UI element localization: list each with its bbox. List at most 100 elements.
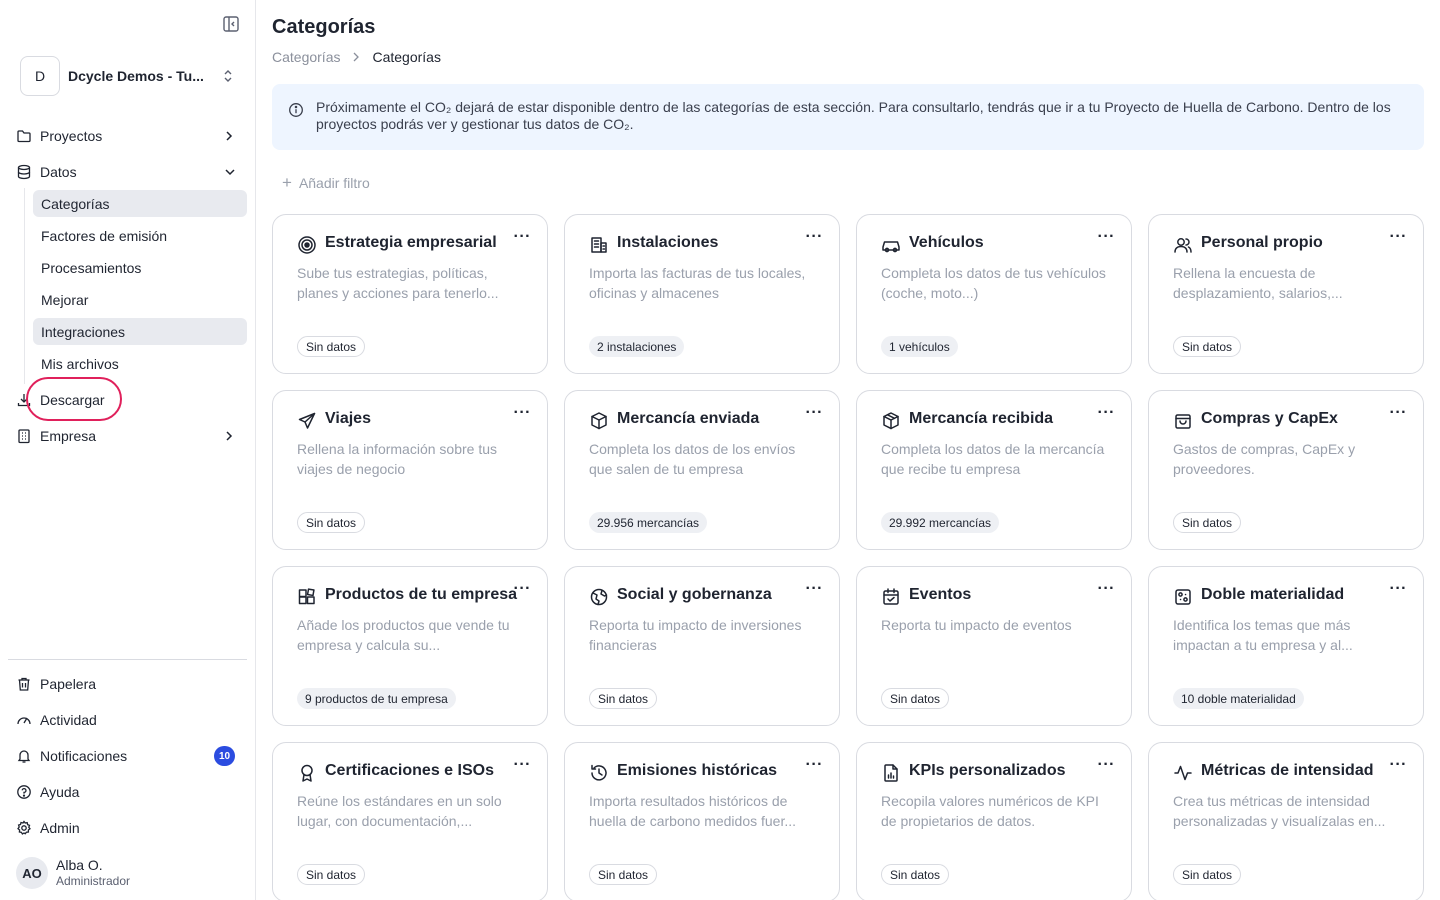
status-badge: Sin datos: [1173, 864, 1242, 885]
more-options-icon[interactable]: ···: [1098, 757, 1115, 773]
status-badge: Sin datos: [881, 864, 950, 885]
more-options-icon[interactable]: ···: [1390, 229, 1407, 245]
subnav-mejorar[interactable]: Mejorar: [33, 286, 247, 313]
user-role: Administrador: [56, 874, 131, 888]
breadcrumb: Categorías Categorías: [272, 49, 441, 65]
card-title: Compras y CapEx: [1201, 410, 1338, 427]
card-description: Reporta tu impacto de inversiones financ…: [589, 617, 802, 653]
category-card[interactable]: Eventos ··· Reporta tu impacto de eventos S…: [856, 566, 1132, 726]
plane-icon: [297, 411, 317, 431]
category-card[interactable]: Instalaciones ··· Importa las facturas de …: [564, 214, 840, 374]
card-description: Completa los datos de la mercancía que r…: [881, 441, 1105, 477]
card-title: KPIs personalizados: [909, 762, 1066, 779]
category-card[interactable]: Mercancía recibida ··· Completa los datos …: [856, 390, 1132, 550]
breadcrumb-current: Categorías: [372, 49, 441, 65]
category-card[interactable]: Productos de tu empresa ··· Añade los prod…: [272, 566, 548, 726]
sidebar: D Dcycle Demos - Tu... Proyectos Datos C…: [0, 0, 256, 900]
chevron-up-down-icon: [222, 68, 234, 84]
chevron-right-icon: [224, 130, 234, 142]
category-card[interactable]: Certificaciones e ISOs ··· Reúne los están…: [272, 742, 548, 900]
category-card[interactable]: Emisiones históricas ··· Importa resultado…: [564, 742, 840, 900]
nav-admin[interactable]: Admin: [8, 814, 248, 842]
more-options-icon[interactable]: ···: [514, 405, 531, 421]
plus-icon: +: [282, 173, 292, 192]
nav-papelera[interactable]: Papelera: [8, 670, 248, 698]
category-card[interactable]: Social y gobernanza ··· Reporta tu impacto…: [564, 566, 840, 726]
category-card[interactable]: Personal propio ··· Rellena la encuesta de…: [1148, 214, 1424, 374]
category-card[interactable]: Métricas de intensidad ··· Crea tus métric…: [1148, 742, 1424, 900]
card-description: Crea tus métricas de intensidad personal…: [1173, 793, 1386, 829]
nav-empresa[interactable]: Empresa: [8, 422, 248, 450]
more-options-icon[interactable]: ···: [806, 581, 823, 597]
nav-label: Datos: [40, 164, 77, 180]
status-badge: Sin datos: [589, 688, 658, 709]
subnav-integraciones[interactable]: Integraciones: [33, 318, 247, 345]
chevron-right-icon: [352, 52, 360, 62]
nav-descargar[interactable]: Descargar: [8, 386, 248, 414]
nav-datos[interactable]: Datos: [8, 158, 248, 186]
nav-label: Proyectos: [40, 128, 103, 144]
nav-label: Ayuda: [40, 784, 80, 800]
more-options-icon[interactable]: ···: [1098, 405, 1115, 421]
more-options-icon[interactable]: ···: [806, 405, 823, 421]
add-filter-label: Añadir filtro: [298, 175, 370, 191]
category-card[interactable]: Estrategia empresarial ··· Sube tus estrat…: [272, 214, 548, 374]
card-description: Reúne los estándares en un solo lugar, c…: [297, 793, 502, 829]
category-card[interactable]: Viajes ··· Rellena la información sobre tu…: [272, 390, 548, 550]
more-options-icon[interactable]: ···: [514, 229, 531, 245]
status-badge: Sin datos: [297, 512, 366, 533]
status-badge: 9 productos de tu empresa: [297, 688, 456, 709]
subnav-factores-emision[interactable]: Factores de emisión: [33, 222, 247, 249]
more-options-icon[interactable]: ···: [1390, 757, 1407, 773]
org-name: Dcycle Demos - Tu...: [68, 68, 204, 84]
user-profile[interactable]: AO Alba O. Administrador: [16, 856, 246, 890]
info-banner-text: Próximamente el CO₂ dejará de estar disp…: [316, 99, 1391, 132]
subnav-procesamientos[interactable]: Procesamientos: [33, 254, 247, 281]
category-card[interactable]: Doble materialidad ··· Identifica los tema…: [1148, 566, 1424, 726]
nav-proyectos[interactable]: Proyectos: [8, 122, 248, 150]
more-options-icon[interactable]: ···: [806, 757, 823, 773]
gauge-icon: [16, 712, 32, 728]
subnav-mis-archivos[interactable]: Mis archivos: [33, 350, 247, 377]
card-title: Métricas de intensidad: [1201, 762, 1374, 779]
card-description: Importa resultados históricos de huella …: [589, 793, 797, 829]
more-options-icon[interactable]: ···: [514, 757, 531, 773]
status-badge: Sin datos: [297, 864, 366, 885]
collapse-sidebar-icon[interactable]: [222, 15, 240, 33]
breadcrumb-link[interactable]: Categorías: [272, 49, 340, 65]
category-card[interactable]: KPIs personalizados ··· Recopila valores n…: [856, 742, 1132, 900]
card-title: Productos de tu empresa: [325, 586, 518, 603]
card-description: Recopila valores numéricos de KPI de pro…: [881, 793, 1099, 829]
more-options-icon[interactable]: ···: [1390, 405, 1407, 421]
more-options-icon[interactable]: ···: [1390, 581, 1407, 597]
more-options-icon[interactable]: ···: [1098, 229, 1115, 245]
info-icon: [288, 102, 304, 118]
card-description: Identifica los temas que más impactan a …: [1173, 617, 1353, 653]
status-badge: Sin datos: [1173, 512, 1242, 533]
nav-label: Empresa: [40, 428, 97, 444]
materiality-icon: [1173, 587, 1193, 607]
nav-notificaciones[interactable]: Notificaciones 10: [8, 742, 248, 770]
card-title: Doble materialidad: [1201, 586, 1345, 603]
status-badge: 29.956 mercancías: [589, 512, 708, 533]
nav-label: Papelera: [40, 676, 97, 692]
category-card[interactable]: Mercancía enviada ··· Completa los datos d…: [564, 390, 840, 550]
category-card[interactable]: Vehículos ··· Completa los datos de tus ve…: [856, 214, 1132, 374]
card-title: Instalaciones: [617, 234, 719, 251]
category-card[interactable]: Compras y CapEx ··· Gastos de compras, Cap…: [1148, 390, 1424, 550]
more-options-icon[interactable]: ···: [806, 229, 823, 245]
card-title: Social y gobernanza: [617, 586, 772, 603]
organization-switcher[interactable]: D Dcycle Demos - Tu...: [20, 56, 240, 96]
add-filter-button[interactable]: + Añadir filtro: [282, 173, 370, 193]
card-title: Eventos: [909, 586, 972, 603]
nav-actividad[interactable]: Actividad: [8, 706, 248, 734]
nav-ayuda[interactable]: Ayuda: [8, 778, 248, 806]
chevron-down-icon: [224, 166, 235, 178]
history-icon: [589, 763, 609, 783]
subnav-categorias[interactable]: Categorías: [33, 190, 247, 217]
avatar: AO: [16, 857, 48, 889]
card-description: Sube tus estrategias, políticas, planes …: [297, 265, 499, 301]
card-title: Certificaciones e ISOs: [325, 762, 494, 779]
more-options-icon[interactable]: ···: [1098, 581, 1115, 597]
more-options-icon[interactable]: ···: [514, 581, 531, 597]
